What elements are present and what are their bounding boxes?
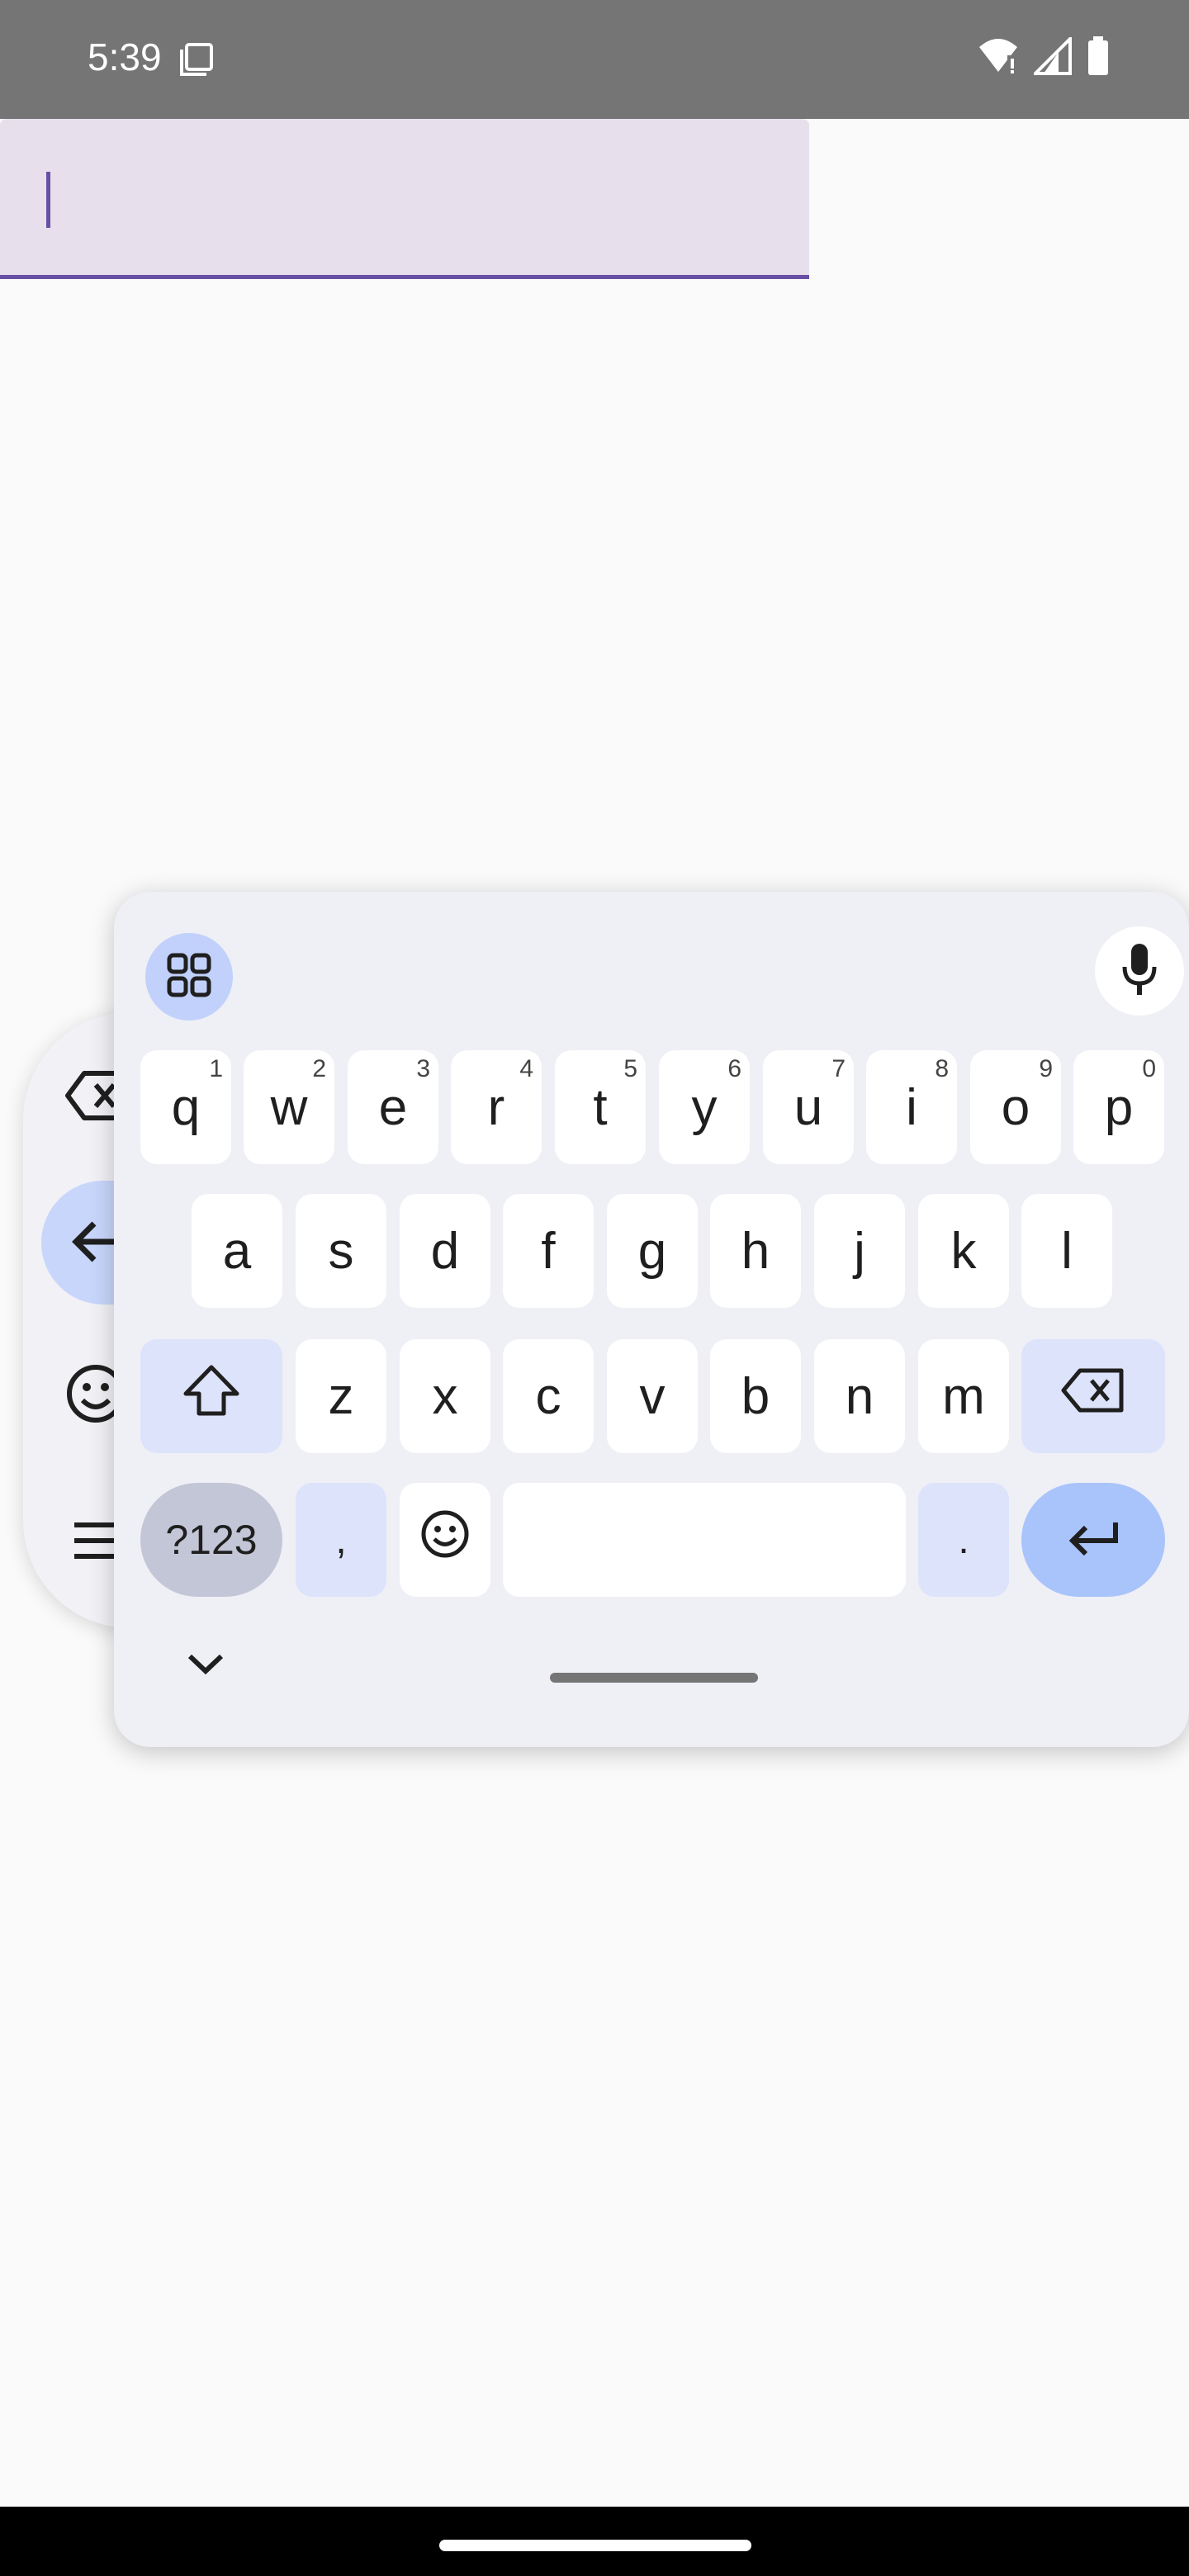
key-u[interactable]: u 7 bbox=[763, 1050, 854, 1164]
screenshot-icon bbox=[177, 40, 216, 83]
keyboard-apps-button[interactable] bbox=[145, 933, 233, 1020]
key-c[interactable]: c bbox=[503, 1339, 594, 1453]
enter-key[interactable] bbox=[1021, 1483, 1165, 1597]
key-s[interactable]: s bbox=[296, 1194, 386, 1308]
comma-key[interactable]: , bbox=[296, 1483, 386, 1597]
voice-input-button[interactable] bbox=[1095, 926, 1184, 1016]
signal-icon bbox=[1031, 35, 1072, 79]
key-i[interactable]: i 8 bbox=[866, 1050, 957, 1164]
keyboard-drag-handle[interactable] bbox=[550, 1673, 758, 1683]
text-cursor bbox=[46, 172, 50, 228]
status-time: 5:39 bbox=[88, 36, 162, 78]
home-gesture-handle[interactable] bbox=[439, 2540, 751, 2551]
key-n[interactable]: n bbox=[814, 1339, 905, 1453]
key-y[interactable]: y 6 bbox=[659, 1050, 750, 1164]
emoji-key[interactable] bbox=[400, 1483, 490, 1597]
key-e[interactable]: e 3 bbox=[348, 1050, 438, 1164]
navigation-bar bbox=[0, 2507, 1189, 2576]
key-o[interactable]: o 9 bbox=[970, 1050, 1061, 1164]
key-m[interactable]: m bbox=[918, 1339, 1009, 1453]
key-l[interactable]: l bbox=[1021, 1194, 1112, 1308]
key-z[interactable]: z bbox=[296, 1339, 386, 1453]
period-key[interactable]: . bbox=[918, 1483, 1009, 1597]
on-screen-keyboard: q 1 w 2 e 3 r 4 t 5 y 6 u 7 i 8 o 9 p 0 … bbox=[114, 892, 1189, 1747]
key-x[interactable]: x bbox=[400, 1339, 490, 1453]
symbols-key[interactable]: ?123 bbox=[140, 1483, 282, 1597]
key-t[interactable]: t 5 bbox=[555, 1050, 646, 1164]
key-w[interactable]: w 2 bbox=[244, 1050, 334, 1164]
key-j[interactable]: j bbox=[814, 1194, 905, 1308]
space-key[interactable] bbox=[503, 1483, 906, 1597]
key-f[interactable]: f bbox=[503, 1194, 594, 1308]
key-v[interactable]: v bbox=[607, 1339, 698, 1453]
microphone-icon bbox=[1121, 942, 1158, 1001]
backspace-icon bbox=[1060, 1366, 1126, 1428]
key-a[interactable]: a bbox=[192, 1194, 282, 1308]
battery-icon bbox=[1087, 36, 1110, 80]
status-icons bbox=[978, 35, 1110, 80]
key-d[interactable]: d bbox=[400, 1194, 490, 1308]
status-bar: 5:39 bbox=[0, 0, 1189, 119]
chevron-down-icon[interactable] bbox=[187, 1651, 225, 1680]
apps-grid-icon bbox=[166, 952, 212, 1002]
key-p[interactable]: p 0 bbox=[1073, 1050, 1164, 1164]
key-q[interactable]: q 1 bbox=[140, 1050, 231, 1164]
backspace-key[interactable] bbox=[1021, 1339, 1165, 1453]
enter-icon bbox=[1066, 1511, 1120, 1570]
emoji-icon bbox=[419, 1508, 471, 1572]
wifi-icon bbox=[978, 37, 1019, 79]
key-k[interactable]: k bbox=[918, 1194, 1009, 1308]
key-b[interactable]: b bbox=[710, 1339, 801, 1453]
key-g[interactable]: g bbox=[607, 1194, 698, 1308]
text-input-field[interactable] bbox=[0, 119, 809, 279]
key-r[interactable]: r 4 bbox=[451, 1050, 542, 1164]
key-h[interactable]: h bbox=[710, 1194, 801, 1308]
shift-key[interactable] bbox=[140, 1339, 282, 1453]
shift-icon bbox=[182, 1364, 240, 1429]
